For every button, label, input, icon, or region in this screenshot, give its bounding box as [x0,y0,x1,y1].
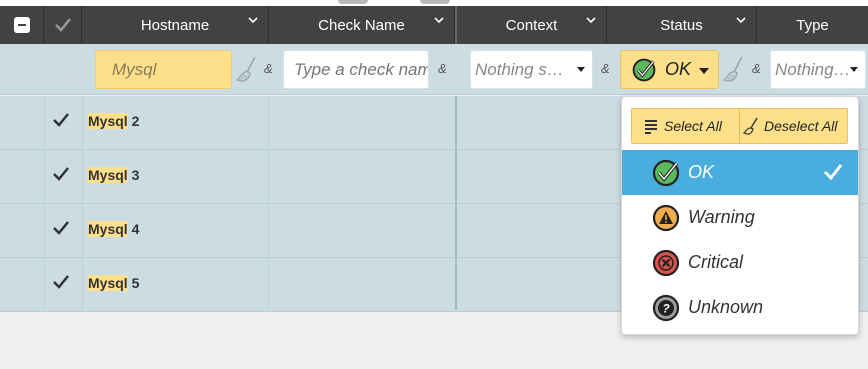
checkmark-icon [54,18,71,32]
grid-header: Hostname Check Name Context Status Type [0,6,868,44]
hostname-cell: Mysql 2 [88,113,140,129]
checkmark-icon[interactable] [52,111,70,129]
check-column-header[interactable] [44,6,82,44]
column-header-status[interactable]: Status [607,6,757,44]
svg-text:?: ? [662,302,670,316]
checkmark-icon[interactable] [52,165,70,183]
status-filter-select[interactable]: OK [620,50,719,89]
critical-icon [651,248,681,278]
caret-down-icon [850,67,858,72]
caret-down-icon [699,68,709,74]
broom-icon [742,117,760,135]
broom-icon[interactable] [235,55,261,83]
checkmark-icon[interactable] [52,273,70,291]
and-operator: & [601,61,610,76]
hostname-cell: Mysql 5 [88,275,140,291]
deselect-all-label: Deselect All [764,118,838,134]
broom-icon[interactable] [722,55,748,83]
status-option-critical[interactable]: Critical [622,240,858,285]
context-filter-value: Nothing selected [475,59,573,79]
chevron-down-icon[interactable] [433,14,445,26]
check-name-filter-input[interactable] [283,50,429,89]
column-divider [82,96,83,310]
column-divider [268,96,269,310]
checkmark-icon [823,163,843,181]
select-all-checkbox[interactable] [13,17,30,33]
status-filter-value: OK [665,59,692,79]
warning-icon [651,203,681,233]
caret-down-icon [577,67,585,72]
option-label: Unknown [688,297,764,317]
column-header-context[interactable]: Context [457,6,607,44]
status-option-ok[interactable]: OK [622,150,858,195]
column-header-type[interactable]: Type [757,6,868,44]
column-label: Check Name [318,16,405,34]
and-operator: & [438,61,447,76]
select-all-label: Select All [664,118,722,134]
option-label: OK [688,162,715,182]
type-filter-value: Nothing selected [775,59,851,79]
scroll-handle[interactable] [338,0,368,4]
select-buttons-bar: Select All Deselect All [631,108,848,144]
hostname-filter-value: Mysql [112,59,157,79]
grid-view: Hostname Check Name Context Status Type … [0,0,868,369]
option-label: Warning [688,207,755,227]
pane-divider[interactable] [455,96,457,310]
scroll-handle[interactable] [420,0,450,4]
chevron-down-icon[interactable] [735,14,747,26]
checkmark-icon[interactable] [52,219,70,237]
unknown-icon: ? [651,293,681,323]
and-operator: & [752,61,761,76]
status-option-warning[interactable]: Warning [622,195,858,240]
chevron-down-icon[interactable] [247,14,259,26]
filter-row: Mysql & & Nothing selected & OK & Nothin… [0,44,868,95]
ok-icon [632,58,656,81]
type-filter-select[interactable]: Nothing selected [770,50,866,89]
chevron-down-icon[interactable] [585,14,597,26]
option-label: Critical [688,252,744,272]
list-icon [642,117,660,135]
select-all-button[interactable]: Select All [642,109,738,143]
status-option-unknown[interactable]: ? Unknown [622,285,858,330]
status-dropdown-menu: Select All Deselect All OK Warning Criti… [621,96,859,335]
column-label: Context [505,16,558,34]
ok-icon [651,158,681,188]
hostname-cell: Mysql 3 [88,167,140,183]
column-header-check-name[interactable]: Check Name [269,6,455,44]
column-label: Hostname [140,16,210,34]
and-operator: & [264,61,273,76]
select-all-checkbox-cell[interactable] [0,6,44,44]
column-label: Status [660,16,703,34]
deselect-all-button[interactable]: Deselect All [742,109,848,143]
context-filter-select[interactable]: Nothing selected [470,50,593,89]
hostname-filter-input[interactable]: Mysql [95,50,232,89]
column-label: Type [796,16,829,34]
column-divider [44,96,45,310]
hostname-cell: Mysql 4 [88,221,140,237]
column-header-hostname[interactable]: Hostname [82,6,269,44]
